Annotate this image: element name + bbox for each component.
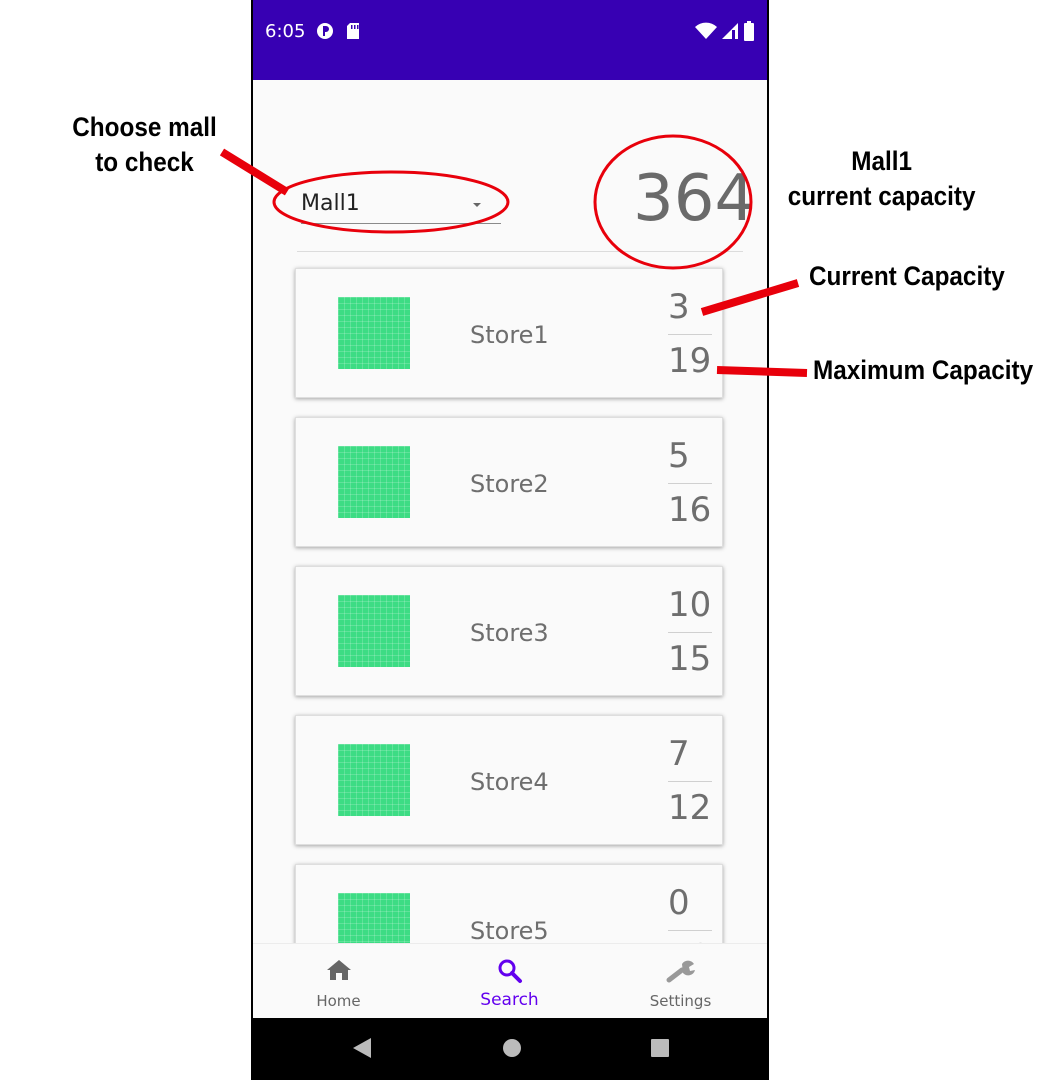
home-button-icon[interactable] [500,1036,524,1065]
annotation-mall-capacity: Mall1 current capacity [779,144,984,214]
annotation-choose-mall-line2: to check [95,147,194,177]
annotation-choose-mall-line1: Choose mall [72,112,217,142]
store-name: Store4 [470,768,549,796]
status-time: 6:05 [265,21,306,42]
store-card[interactable]: Store1 3 19 [295,268,723,398]
nav-home-label: Home [316,992,361,1010]
store-name: Store3 [470,619,549,647]
store-current-capacity: 10 [668,585,712,625]
store-image [338,893,410,943]
store-name: Store1 [470,321,549,349]
store-max-capacity: 16 [668,490,712,530]
wifi-icon [695,22,717,45]
store-name: Store5 [470,917,549,943]
app-content: Mall1 364 Store1 3 19 Store2 5 16 Store3… [253,80,767,943]
nav-settings[interactable]: Settings [595,944,766,1019]
store-name: Store2 [470,470,549,498]
capacity-divider [668,632,712,633]
signal-icon [721,22,739,45]
status-icons [695,21,755,46]
capacity-divider [668,781,712,782]
store-image [338,744,410,816]
store-max-capacity: 15 [668,639,712,679]
store-max-capacity: 12 [668,788,712,828]
store-image [338,446,410,518]
nav-search-label: Search [480,990,539,1010]
store-current-capacity: 0 [668,883,690,923]
bottom-navigation: Home Search Settings [253,943,767,1019]
system-navigation-bar [253,1018,767,1080]
mall-capacity-value: 364 [633,162,756,236]
mall-dropdown[interactable]: Mall1 [301,185,501,224]
store-card[interactable]: Store5 0 18 [295,864,723,943]
battery-icon [743,21,755,46]
search-icon [497,958,523,989]
annotation-mall-capacity-line2: current capacity [787,181,976,211]
dropdown-arrow-icon [473,203,481,207]
notification-icon [315,21,335,46]
store-current-capacity: 5 [668,436,690,476]
status-bar: 6:05 [253,0,767,80]
capacity-divider [668,483,712,484]
sd-card-icon [345,21,361,46]
wrench-icon [666,958,696,989]
store-max-capacity: 19 [668,341,712,381]
annotation-maximum-capacity: Maximum Capacity [813,355,1034,385]
annotation-mall-capacity-line1: Mall1 [851,146,912,176]
header-divider [297,251,743,252]
capacity-divider [668,930,712,931]
store-current-capacity: 3 [668,287,690,327]
store-card[interactable]: Store3 10 15 [295,566,723,696]
annotation-current-capacity: Current Capacity [809,261,1005,291]
store-card[interactable]: Store2 5 16 [295,417,723,547]
mall-dropdown-value: Mall1 [301,191,360,216]
home-icon [326,958,352,987]
nav-settings-label: Settings [649,992,712,1010]
recents-icon[interactable] [649,1036,671,1065]
store-image [338,595,410,667]
nav-home[interactable]: Home [253,944,424,1019]
store-image [338,297,410,369]
store-current-capacity: 7 [668,734,690,774]
phone-frame: 6:05 Mall1 364 Store1 3 19 Store2 5 16 S… [251,0,769,1080]
phone-screen: 6:05 Mall1 364 Store1 3 19 Store2 5 16 S… [253,0,767,1080]
back-icon[interactable] [351,1036,373,1065]
capacity-divider [668,334,712,335]
annotation-choose-mall: Choose mall to check [68,110,221,180]
nav-search[interactable]: Search [424,944,595,1019]
store-card[interactable]: Store4 7 12 [295,715,723,845]
